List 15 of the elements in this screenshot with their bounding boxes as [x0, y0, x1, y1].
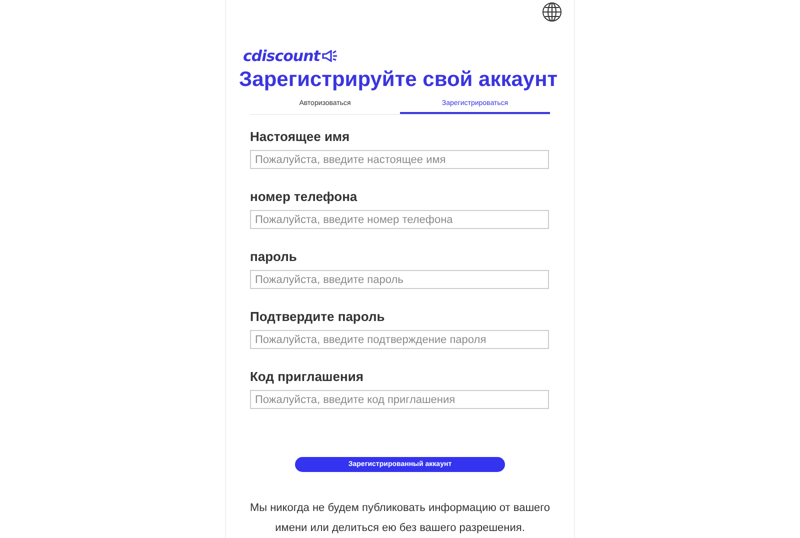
field-label: Код приглашения	[250, 369, 364, 384]
privacy-notice: Мы никогда не будем публиковать информацию от вашего имени или делиться ею без вашего разрешения.	[248, 501, 552, 536]
input-field[interactable]: Пожалуйста, введите пароль	[250, 270, 549, 289]
input-field[interactable]: Пожалуйста, введите настоящее имя	[250, 150, 549, 169]
page-title: Зарегистрируйте свой аккаунт	[239, 68, 559, 92]
field-label: Настоящее имя	[250, 129, 351, 144]
field-label: Подтвердите пароль	[250, 309, 386, 324]
megaphone-icon	[322, 50, 338, 62]
field-label: пароль	[250, 249, 298, 264]
input-field[interactable]: Пожалуйста, введите номер телефона	[250, 210, 549, 229]
input-field[interactable]: Пожалуйста, введите подтверждение пароля	[250, 330, 549, 349]
globe-icon[interactable]	[542, 2, 562, 22]
field-label: номер телефона	[250, 189, 358, 204]
input-field[interactable]: Пожалуйста, введите код приглашения	[250, 390, 549, 409]
logo: cdiscount	[243, 47, 320, 65]
